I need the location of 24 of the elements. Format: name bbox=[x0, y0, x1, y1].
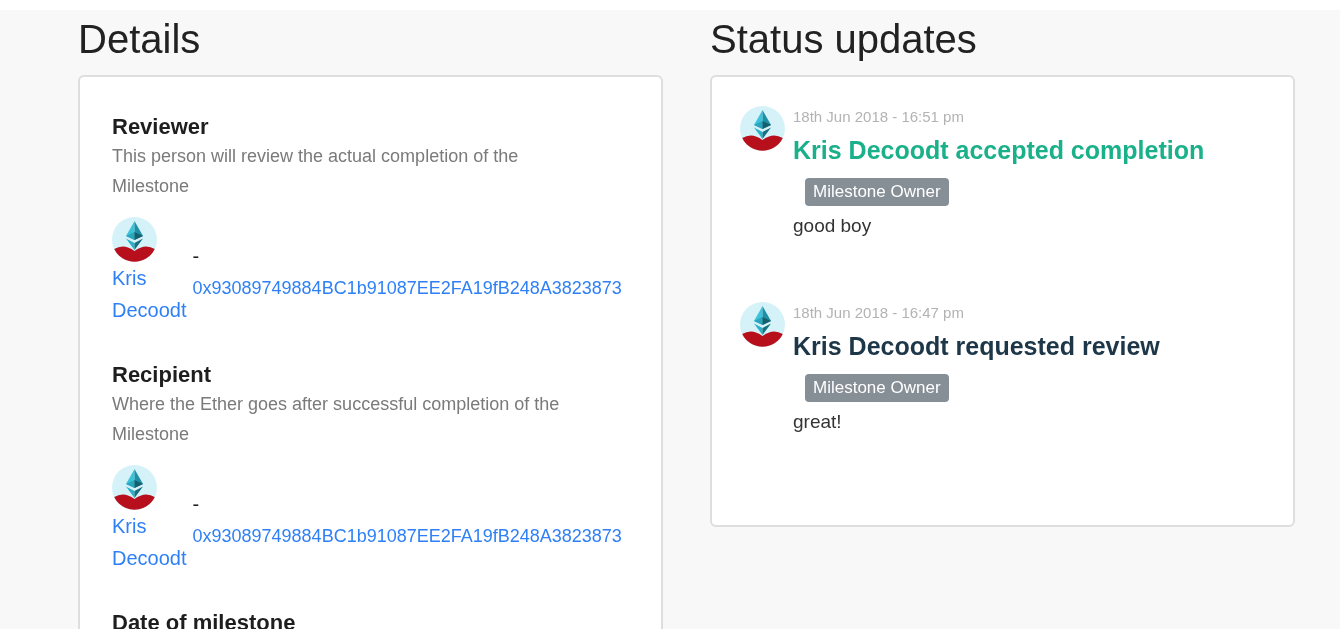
role-badge: Milestone Owner bbox=[805, 178, 949, 206]
section-title: Recipient bbox=[112, 361, 213, 389]
address-link[interactable]: 0x93089749884BC1b91087EE2FA19fB248A3823873 bbox=[192, 271, 622, 304]
avatar-icon bbox=[740, 106, 785, 151]
update-message: great! bbox=[793, 410, 842, 434]
panel-heading: Status updates bbox=[710, 16, 978, 63]
update-title: Kris Decoodt accepted completion bbox=[793, 135, 1205, 166]
panel-heading: Details bbox=[78, 16, 202, 63]
person-link[interactable]: Kris Decoodt bbox=[112, 510, 187, 574]
section-description: Where the Ether goes after successful completion of the Milestone bbox=[112, 393, 561, 446]
section-description: This person will review the actual completion of the Milestone bbox=[112, 145, 520, 198]
avatar-icon bbox=[112, 465, 157, 510]
section-title: Reviewer bbox=[112, 113, 210, 141]
person-link[interactable]: Kris Decoodt bbox=[112, 262, 187, 326]
timestamp: 18th Jun 2018 - 16:47 pm bbox=[793, 303, 964, 323]
update-title: Kris Decoodt requested review bbox=[793, 331, 1160, 362]
address-link[interactable]: 0x93089749884BC1b91087EE2FA19fB248A3823873 bbox=[192, 519, 622, 552]
separator-text: - bbox=[192, 243, 200, 269]
avatar-icon bbox=[740, 302, 785, 347]
avatar-icon bbox=[112, 217, 157, 262]
separator-text: - bbox=[192, 491, 200, 517]
update-message: good boy bbox=[793, 214, 872, 238]
role-badge: Milestone Owner bbox=[805, 374, 949, 402]
timestamp: 18th Jun 2018 - 16:51 pm bbox=[793, 107, 964, 127]
